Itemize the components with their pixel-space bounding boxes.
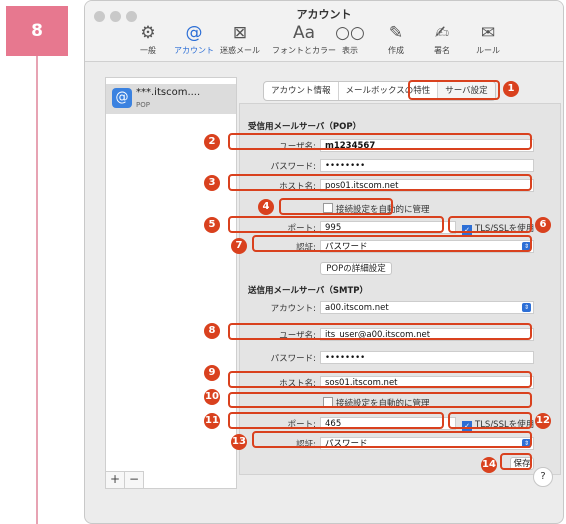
toolbar-rules-label: ルール [476, 46, 500, 55]
highlight-outgoing-auto-manage [228, 392, 532, 408]
highlight-incoming-host [228, 174, 532, 191]
chevron-updown-icon: ⇕ [522, 303, 531, 312]
marker-13: 13 [231, 434, 247, 450]
outgoing-server-heading: 送信用メールサーバ（SMTP） [248, 286, 369, 296]
marker-1: 1 [503, 81, 519, 97]
rules-icon: ✉ [480, 23, 496, 43]
highlight-incoming-port [228, 216, 444, 233]
help-button[interactable]: ? [533, 467, 553, 487]
toolbar-junk-mail-label: 迷惑メール [220, 46, 260, 55]
incoming-password-field[interactable]: •••••••• [320, 159, 534, 172]
outgoing-account-label: アカウント: [270, 304, 316, 314]
account-list-item[interactable]: @ ***.itscom.... POP [106, 84, 236, 114]
highlight-incoming-username [228, 133, 532, 150]
incoming-server-heading: 受信用メールサーバ（POP） [248, 122, 362, 132]
marker-12: 12 [535, 413, 551, 429]
step-guide-line [36, 56, 38, 524]
marker-11: 11 [204, 413, 220, 429]
outgoing-password-field[interactable]: •••••••• [320, 351, 534, 364]
highlight-outgoing-username [228, 323, 532, 340]
toolbar-rules[interactable]: ✉ ルール [461, 23, 515, 56]
highlight-incoming-auto-manage [279, 198, 393, 215]
toolbar-junk-mail[interactable]: ⊠ 迷惑メール [213, 23, 267, 56]
step-number-badge: 8 [6, 6, 68, 56]
highlight-outgoing-tls [448, 412, 532, 429]
outgoing-account-value: a00.itscom.net [325, 303, 389, 313]
highlight-incoming-auth [252, 235, 532, 252]
marker-9: 9 [204, 365, 220, 381]
marker-8: 8 [204, 323, 220, 339]
account-name: ***.itscom.... [136, 87, 201, 98]
marker-6: 6 [535, 217, 551, 233]
account-type: POP [136, 101, 150, 109]
highlight-save-button [500, 453, 532, 470]
junk-mail-icon: ⊠ [232, 23, 248, 43]
highlight-outgoing-host [228, 371, 532, 388]
highlight-server-settings-tab [408, 80, 500, 100]
outgoing-password-label: パスワード: [270, 354, 316, 364]
at-icon: @ [112, 88, 132, 108]
marker-3: 3 [204, 175, 220, 191]
pop-advanced-settings-button[interactable]: POPの詳細設定 [320, 262, 392, 275]
incoming-password-label: パスワード: [270, 162, 316, 172]
marker-10: 10 [204, 389, 220, 405]
titlebar: アカウント ⚙ 一般 @ アカウント ⊠ 迷惑メール Aa フォントとカラー ○… [85, 1, 563, 62]
window-title: アカウント [296, 8, 352, 21]
marker-7: 7 [231, 238, 247, 254]
highlight-outgoing-port [228, 412, 444, 429]
marker-4: 4 [258, 199, 274, 215]
remove-account-button[interactable]: − [125, 471, 144, 488]
marker-5: 5 [204, 217, 220, 233]
highlight-outgoing-auth [252, 431, 532, 448]
add-account-button[interactable]: + [106, 471, 125, 488]
highlight-incoming-tls [448, 216, 532, 233]
marker-2: 2 [204, 134, 220, 150]
marker-14: 14 [481, 457, 497, 473]
tab-account-info[interactable]: アカウント情報 [264, 82, 339, 100]
outgoing-account-select[interactable]: a00.itscom.net ⇕ [320, 301, 534, 314]
step-number: 8 [31, 21, 43, 41]
